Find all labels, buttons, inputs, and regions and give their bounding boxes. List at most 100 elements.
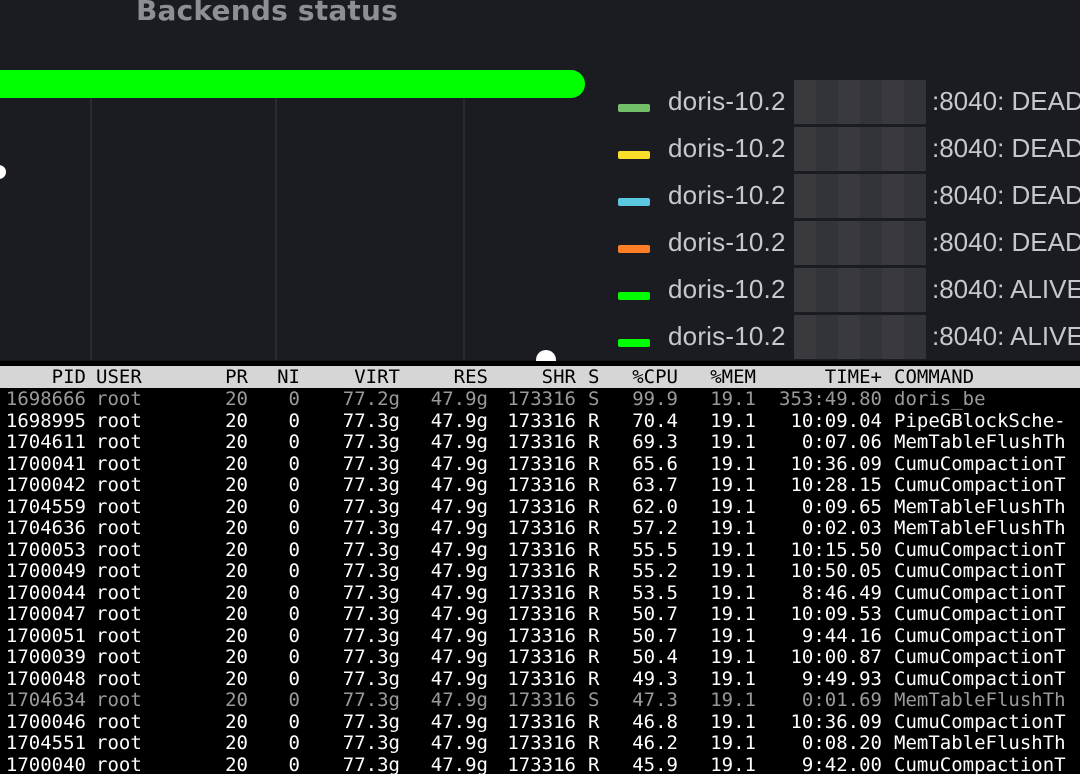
process-row[interactable]: 1698995 root 20 0 77.3g 47.9g 173316 R 70.4 19.1 1… xyxy=(0,410,1080,432)
process-row[interactable]: 1700048 root 20 0 77.3g 47.9g 173316 R 49.3 19.1 9… xyxy=(0,668,1080,690)
cell-user: root xyxy=(96,452,142,475)
cell-res: 47.9g xyxy=(430,474,488,496)
top-process-list: PID USER PR NI VIRT RES SHR S %CPU %MEM … xyxy=(0,361,1080,774)
process-row[interactable]: 1704634 root 20 0 77.3g 47.9g 173316 S 47.3 19.1 0… xyxy=(0,689,1080,711)
cell-virt: 77.2g xyxy=(342,388,400,410)
cell-s: R xyxy=(588,538,600,561)
process-row[interactable]: 1704559 root 20 0 77.3g 47.9g 173316 R 62.0 19.1 0… xyxy=(0,496,1080,518)
cell-mem: 19.1 xyxy=(710,624,756,647)
cell-res: 47.9g xyxy=(430,431,488,453)
cell-s: R xyxy=(588,517,600,539)
cell-ni: 0 xyxy=(288,388,300,410)
cell-pid: 1700047 xyxy=(5,603,86,625)
process-row[interactable]: 1700041 root 20 0 77.3g 47.9g 173316 R 65.6 19.1 1… xyxy=(0,453,1080,475)
legend-swatch xyxy=(618,198,650,206)
legend-item[interactable]: doris-10.2:8040: ALIVE xyxy=(618,268,1080,312)
header-pid[interactable]: PID xyxy=(0,366,86,388)
cell-virt: 77.3g xyxy=(342,603,400,625)
process-table-header: PID USER PR NI VIRT RES SHR S %CPU %MEM … xyxy=(0,366,1080,388)
cell-virt: 77.3g xyxy=(342,689,400,711)
cell-user: root xyxy=(96,409,142,432)
header-command[interactable]: COMMAND xyxy=(894,366,1080,388)
cell-pr: 20 xyxy=(225,732,248,754)
cell-shr: 173316 xyxy=(507,409,576,432)
redacted-ip-blur xyxy=(794,80,926,124)
process-row[interactable]: 1700047 root 20 0 77.3g 47.9g 173316 R 50.7 19.1 1… xyxy=(0,603,1080,625)
header-mem[interactable]: %MEM xyxy=(692,366,756,388)
cell-virt: 77.3g xyxy=(342,495,400,518)
cell-cmd: CumuCompactionT xyxy=(894,581,1066,604)
cell-shr: 173316 xyxy=(507,732,576,754)
header-res[interactable]: RES xyxy=(410,366,488,388)
cell-pr: 20 xyxy=(225,603,248,625)
cell-ni: 0 xyxy=(288,753,300,774)
process-row[interactable]: 1704551 root 20 0 77.3g 47.9g 173316 R 46.2 19.1 0… xyxy=(0,732,1080,754)
process-row[interactable]: 1704611 root 20 0 77.3g 47.9g 173316 R 69.3 19.1 0… xyxy=(0,431,1080,453)
cell-mem: 19.1 xyxy=(710,452,756,475)
process-row[interactable]: 1700046 root 20 0 77.3g 47.9g 173316 R 46.8 19.1 1… xyxy=(0,711,1080,733)
legend-swatch xyxy=(618,245,650,253)
cell-time: 10:28.15 xyxy=(790,474,882,496)
cell-mem: 19.1 xyxy=(710,667,756,690)
redacted-ip-blur xyxy=(794,174,926,218)
cell-shr: 173316 xyxy=(507,689,576,711)
process-row[interactable]: 1700053 root 20 0 77.3g 47.9g 173316 R 55.5 19.1 1… xyxy=(0,539,1080,561)
process-row[interactable]: 1704636 root 20 0 77.3g 47.9g 173316 R 57.2 19.1 0… xyxy=(0,517,1080,539)
header-shr[interactable]: SHR xyxy=(494,366,576,388)
header-ni[interactable]: NI xyxy=(272,366,300,388)
cell-time: 0:01.69 xyxy=(801,689,882,711)
header-virt[interactable]: VIRT xyxy=(318,366,400,388)
legend-status: :8040: ALIVE xyxy=(932,321,1080,351)
cell-cmd: MemTableFlushTh xyxy=(894,495,1066,518)
legend-item[interactable]: doris-10.2:8040: DEAD xyxy=(618,221,1080,265)
cell-cpu: 65.6 xyxy=(632,452,678,475)
cell-virt: 77.3g xyxy=(342,560,400,582)
process-row[interactable]: 1700039 root 20 0 77.3g 47.9g 173316 R 50.4 19.1 1… xyxy=(0,646,1080,668)
header-cpu[interactable]: %CPU xyxy=(614,366,678,388)
cell-pr: 20 xyxy=(225,388,248,410)
cell-virt: 77.3g xyxy=(342,753,400,774)
process-row[interactable]: 1700040 root 20 0 77.3g 47.9g 173316 R 45.9 19.1 9… xyxy=(0,754,1080,774)
status-bar-alive[interactable] xyxy=(0,70,585,98)
legend-item[interactable]: doris-10.2:8040: ALIVE xyxy=(618,315,1080,359)
cell-pr: 20 xyxy=(225,474,248,496)
process-row[interactable]: 1698666 root 20 0 77.2g 47.9g 173316 S 99.9 19.1 3… xyxy=(0,388,1080,410)
cell-pr: 20 xyxy=(225,667,248,690)
process-row[interactable]: 1700042 root 20 0 77.3g 47.9g 173316 R 63.7 19.1 1… xyxy=(0,474,1080,496)
cell-user: root xyxy=(96,624,142,647)
cell-s: S xyxy=(588,388,600,410)
cell-s: R xyxy=(588,753,600,774)
legend-item[interactable]: doris-10.2:8040: DEAD xyxy=(618,174,1080,218)
cell-pid: 1704636 xyxy=(5,517,86,539)
cell-user: root xyxy=(96,710,142,733)
header-state[interactable]: S xyxy=(588,366,604,388)
cell-shr: 173316 xyxy=(507,581,576,604)
header-pr[interactable]: PR xyxy=(210,366,248,388)
legend-label: doris-10.2 xyxy=(668,180,786,210)
cell-cmd: CumuCompactionT xyxy=(894,710,1066,733)
redacted-ip-blur xyxy=(794,221,926,265)
cell-ni: 0 xyxy=(288,624,300,647)
redacted-ip-blur xyxy=(794,127,926,171)
cell-s: R xyxy=(588,603,600,625)
cell-ni: 0 xyxy=(288,538,300,561)
header-user[interactable]: USER xyxy=(96,366,176,388)
cell-s: R xyxy=(588,474,600,496)
cell-res: 47.9g xyxy=(430,388,488,410)
cell-virt: 77.3g xyxy=(342,581,400,604)
process-row[interactable]: 1700044 root 20 0 77.3g 47.9g 173316 R 53.5 19.1 8… xyxy=(0,582,1080,604)
cell-cpu: 49.3 xyxy=(632,667,678,690)
cell-user: root xyxy=(96,753,142,774)
cell-pid: 1700042 xyxy=(5,474,86,496)
cell-shr: 173316 xyxy=(507,646,576,668)
legend-status: :8040: DEAD xyxy=(932,133,1080,163)
cell-time: 10:15.50 xyxy=(790,538,882,561)
legend-item[interactable]: doris-10.2:8040: DEAD xyxy=(618,127,1080,171)
cell-mem: 19.1 xyxy=(710,581,756,604)
header-time[interactable]: TIME+ xyxy=(760,366,882,388)
panel-title: Backends status xyxy=(136,0,399,27)
process-row[interactable]: 1700049 root 20 0 77.3g 47.9g 173316 R 55.2 19.1 1… xyxy=(0,560,1080,582)
cell-s: R xyxy=(588,581,600,604)
legend-item[interactable]: doris-10.2:8040: DEAD xyxy=(618,80,1080,124)
process-row[interactable]: 1700051 root 20 0 77.3g 47.9g 173316 R 50.7 19.1 9… xyxy=(0,625,1080,647)
